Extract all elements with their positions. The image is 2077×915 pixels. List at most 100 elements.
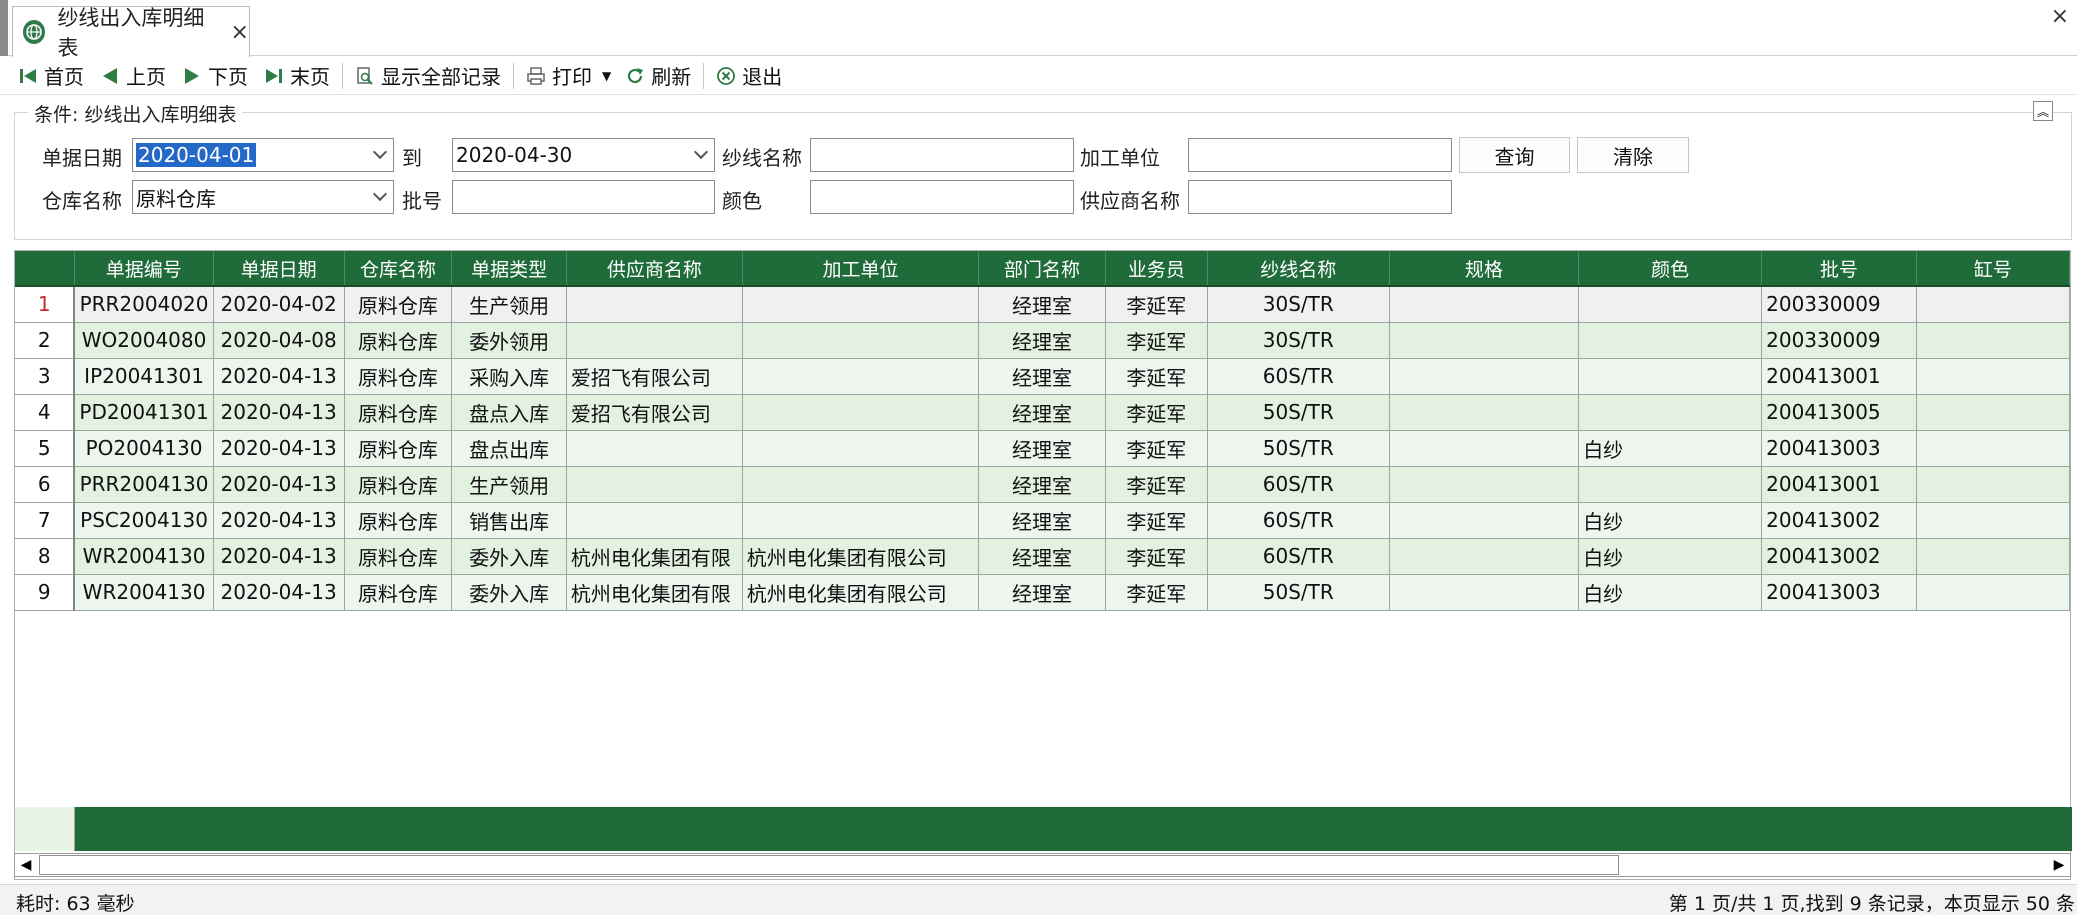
table-row[interactable]: 8 WR2004130 2020-04-13 原料仓库 委外入库 杭州电化集团有限 杭州电化… [15,538,2071,575]
table-cell[interactable]: 采购入库 [451,358,567,395]
table-cell[interactable]: 委外入库 [451,538,567,575]
tab-yarn-io-detail[interactable]: 纱线出入库明细表 × [12,6,250,60]
column-header[interactable]: 单据日期 [213,251,345,287]
table-cell[interactable] [1916,538,2071,575]
table-cell[interactable]: 杭州电化集团有限 [566,574,743,611]
table-cell[interactable]: PO2004130 [74,430,214,467]
table-cell[interactable]: 200413001 [1761,358,1917,395]
table-cell[interactable]: 2020-04-13 [213,574,345,611]
chevron-down-icon[interactable] [372,186,388,202]
table-cell[interactable] [742,502,980,539]
table-cell[interactable] [742,394,980,431]
table-cell[interactable] [1916,358,2071,395]
exit-button[interactable]: 退出 [712,60,786,92]
table-cell[interactable]: 2020-04-02 [213,286,345,323]
color-input[interactable] [810,180,1074,214]
table-row[interactable]: 5 PO2004130 2020-04-13 原料仓库 盘点出库 经理室 李延军 50S/TR… [15,430,2071,467]
column-header[interactable]: 批号 [1761,251,1917,287]
table-cell[interactable]: 60S/TR [1207,538,1390,575]
table-cell[interactable]: 2020-04-13 [213,466,345,503]
table-cell[interactable] [1916,394,2071,431]
date-to-field[interactable]: 2020-04-30 [452,138,715,172]
table-cell[interactable] [1389,358,1580,395]
table-cell[interactable]: 李延军 [1105,394,1209,431]
table-cell[interactable]: 2020-04-13 [213,430,345,467]
table-cell[interactable] [1578,322,1763,359]
column-header[interactable]: 供应商名称 [566,251,743,287]
table-cell[interactable]: 50S/TR [1207,430,1390,467]
column-header[interactable]: 单据编号 [74,251,214,287]
date-from-field[interactable]: 2020-04-01 [132,138,394,172]
table-cell[interactable]: 200413003 [1761,430,1917,467]
table-cell[interactable]: PRR2004130 [74,466,214,503]
table-cell[interactable] [566,502,743,539]
table-cell[interactable] [1389,502,1580,539]
scroll-right-icon[interactable]: ▶ [2048,854,2070,876]
warehouse-select[interactable]: 原料仓库 [132,180,394,214]
table-cell[interactable]: 白纱 [1578,538,1763,575]
table-row[interactable]: 2 WO2004080 2020-04-08 原料仓库 委外领用 经理室 李延军 30S/TR… [15,322,2071,359]
processor-input[interactable] [1188,138,1452,172]
table-cell[interactable]: 爱招飞有限公司 [566,358,743,395]
table-cell[interactable]: 原料仓库 [344,466,453,503]
column-header[interactable]: 业务员 [1105,251,1209,287]
table-cell[interactable]: 白纱 [1578,574,1763,611]
table-cell[interactable]: 2020-04-13 [213,394,345,431]
print-dropdown-icon[interactable]: ▼ [602,69,611,83]
prev-page-button[interactable]: 上页 [96,60,170,92]
table-cell[interactable] [1916,466,2071,503]
table-row[interactable]: 7 PSC2004130 2020-04-13 原料仓库 销售出库 经理室 李延军 60S/T… [15,502,2071,539]
table-cell[interactable]: 2020-04-13 [213,502,345,539]
table-cell[interactable]: 经理室 [978,466,1106,503]
table-cell[interactable]: 200330009 [1761,322,1917,359]
column-header[interactable]: 仓库名称 [344,251,453,287]
first-page-button[interactable]: 首页 [14,60,88,92]
yarn-name-input[interactable] [810,138,1074,172]
table-cell[interactable]: 50S/TR [1207,574,1390,611]
query-button[interactable]: 查询 [1459,137,1570,173]
table-cell[interactable]: 原料仓库 [344,430,453,467]
show-all-records-button[interactable]: 显示全部记录 [351,60,505,92]
table-cell[interactable]: 李延军 [1105,538,1209,575]
table-cell[interactable]: 经理室 [978,322,1106,359]
table-cell[interactable] [1578,358,1763,395]
table-row[interactable]: 9 WR2004130 2020-04-13 原料仓库 委外入库 杭州电化集团有限 杭州电化… [15,574,2071,611]
table-cell[interactable]: 60S/TR [1207,502,1390,539]
table-cell[interactable]: 经理室 [978,358,1106,395]
table-cell[interactable]: 原料仓库 [344,286,453,323]
table-cell[interactable]: 盘点出库 [451,430,567,467]
column-header[interactable]: 单据类型 [451,251,567,287]
table-cell[interactable] [1916,322,2071,359]
table-cell[interactable]: 60S/TR [1207,466,1390,503]
last-page-button[interactable]: 末页 [260,60,334,92]
chevron-down-icon[interactable] [372,144,388,160]
table-cell[interactable]: WR2004130 [74,574,214,611]
table-cell[interactable]: 生产领用 [451,466,567,503]
table-cell[interactable]: 经理室 [978,574,1106,611]
table-cell[interactable]: 白纱 [1578,430,1763,467]
table-cell[interactable]: 李延军 [1105,286,1209,323]
table-cell[interactable]: 爱招飞有限公司 [566,394,743,431]
table-cell[interactable] [566,286,743,323]
table-cell[interactable]: 经理室 [978,394,1106,431]
batch-input[interactable] [452,180,715,214]
window-close-icon[interactable]: × [2051,4,2069,29]
column-header[interactable]: 规格 [1389,251,1580,287]
table-cell[interactable]: 原料仓库 [344,358,453,395]
table-cell[interactable]: 原料仓库 [344,394,453,431]
table-cell[interactable]: 2020-04-08 [213,322,345,359]
table-cell[interactable]: 30S/TR [1207,322,1390,359]
table-row[interactable]: 6 PRR2004130 2020-04-13 原料仓库 生产领用 经理室 李延军 60S/T… [15,466,2071,503]
column-header[interactable]: 部门名称 [978,251,1106,287]
table-cell[interactable] [742,466,980,503]
table-cell[interactable] [742,322,980,359]
scroll-left-icon[interactable]: ◀ [15,854,37,876]
table-cell[interactable] [1916,286,2071,323]
column-header[interactable]: 颜色 [1578,251,1763,287]
table-cell[interactable] [1389,466,1580,503]
table-cell[interactable]: 经理室 [978,502,1106,539]
table-cell[interactable]: 经理室 [978,286,1106,323]
table-cell[interactable] [566,466,743,503]
clear-button[interactable]: 清除 [1577,137,1689,173]
table-cell[interactable] [1389,574,1580,611]
